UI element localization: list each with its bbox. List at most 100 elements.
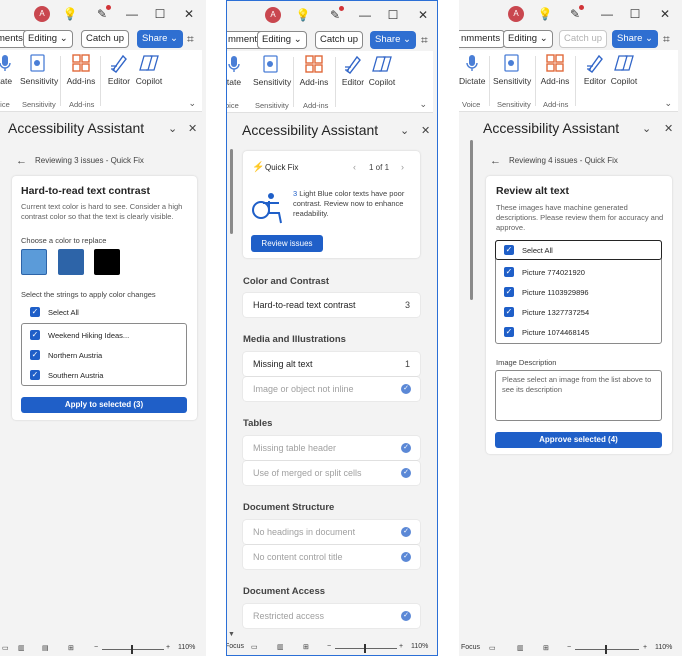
picture-checkbox[interactable]: ✓ Picture 1074468145	[504, 327, 589, 338]
minimize-button[interactable]: —	[357, 7, 373, 23]
zoom-level[interactable]: 110%	[655, 644, 672, 651]
review-issues-button[interactable]: Review issues	[251, 235, 323, 252]
focus-button[interactable]: Focus	[227, 643, 244, 650]
select-all-checkbox[interactable]: ✓ Select All	[504, 245, 553, 256]
print-layout-icon[interactable]: ▥	[277, 643, 284, 651]
editor-button[interactable]: Editor	[105, 52, 133, 86]
read-mode-icon[interactable]: ▭	[489, 644, 496, 652]
print-layout-icon[interactable]: ▥	[18, 644, 25, 652]
issue-item[interactable]: Missing alt text 1	[243, 352, 420, 376]
color-swatch[interactable]	[21, 249, 47, 275]
lightbulb-icon[interactable]: 💡	[295, 7, 311, 23]
pane-options-icon[interactable]: ⌄	[400, 124, 409, 137]
string-checkbox[interactable]: ✓ Southern Austria	[30, 370, 103, 381]
picture-checkbox[interactable]: ✓ Picture 1103929896	[504, 287, 589, 298]
zoom-thumb[interactable]	[131, 645, 133, 654]
maximize-button[interactable]: ☐	[627, 6, 643, 22]
pane-options-icon[interactable]: ⌄	[642, 122, 651, 135]
read-mode-icon[interactable]: ▭	[2, 644, 9, 652]
dictate-button[interactable]: Dictate	[459, 52, 485, 86]
editor-button[interactable]: Editor	[339, 53, 367, 87]
share-button[interactable]: Share ⌄	[370, 31, 416, 49]
pane-scrollbar[interactable]	[230, 149, 233, 234]
color-swatch[interactable]	[94, 249, 120, 275]
minimize-button[interactable]: —	[599, 6, 615, 22]
copilot-button[interactable]: Copilot	[134, 52, 164, 86]
read-mode-icon[interactable]: ▭	[251, 643, 258, 651]
avatar[interactable]: A	[265, 7, 281, 23]
zoom-level[interactable]: 110%	[178, 644, 195, 651]
back-row[interactable]: ← Reviewing 3 issues - Quick Fix	[16, 155, 144, 167]
editing-button[interactable]: Editing ⌄	[257, 31, 307, 49]
zoom-out-button[interactable]: −	[94, 644, 98, 651]
issue-item[interactable]: No content control title ✓	[243, 545, 420, 569]
web-layout-icon[interactable]: ⊞	[543, 644, 549, 652]
issue-item[interactable]: Image or object not inline ✓	[243, 377, 420, 401]
zoom-out-button[interactable]: −	[327, 643, 331, 650]
zoom-level[interactable]: 110%	[411, 643, 428, 650]
picture-checkbox[interactable]: ✓ Picture 774021920	[504, 267, 585, 278]
zoom-out-button[interactable]: −	[567, 644, 571, 651]
dictate-button[interactable]: tate	[227, 53, 245, 87]
pen-icon[interactable]: ✎	[94, 5, 111, 22]
comment-icon[interactable]: ⌗	[421, 33, 428, 48]
issue-item[interactable]: Restricted access ✓	[243, 604, 420, 628]
collapse-ribbon-icon[interactable]: ⌄	[188, 98, 196, 109]
addins-button[interactable]: Add-ins	[299, 53, 329, 87]
view-icon[interactable]: ⊞	[68, 644, 74, 652]
picture-checkbox[interactable]: ✓ Picture 1327737254	[504, 307, 589, 318]
maximize-button[interactable]: ☐	[385, 7, 401, 23]
editing-button[interactable]: Editing ⌄	[23, 30, 73, 48]
approve-button[interactable]: Approve selected (4)	[495, 432, 662, 448]
catch-up-button[interactable]: Catch up	[315, 31, 364, 49]
dictate-button[interactable]: tate	[0, 52, 16, 86]
collapse-ribbon-icon[interactable]: ⌄	[419, 99, 427, 110]
comments-button[interactable]: nmments	[459, 30, 506, 48]
zoom-slider[interactable]	[102, 649, 164, 650]
lightbulb-icon[interactable]: 💡	[537, 6, 553, 22]
pane-close-icon[interactable]: ✕	[188, 122, 197, 135]
avatar[interactable]: A	[34, 6, 50, 22]
next-icon[interactable]: ›	[401, 162, 404, 172]
print-layout-icon[interactable]: ▥	[517, 644, 524, 652]
zoom-in-button[interactable]: +	[643, 644, 647, 651]
apply-button[interactable]: Apply to selected (3)	[21, 397, 187, 413]
sensitivity-button[interactable]: Sensitivity	[493, 52, 531, 86]
pen-icon[interactable]: ✎	[567, 5, 584, 22]
comment-icon[interactable]: ⌗	[187, 32, 194, 47]
comment-icon[interactable]: ⌗	[663, 32, 670, 47]
editing-button[interactable]: Editing ⌄	[503, 30, 553, 48]
pane-close-icon[interactable]: ✕	[664, 122, 673, 135]
issue-item[interactable]: No headings in document ✓	[243, 520, 420, 544]
share-button[interactable]: Share ⌄	[612, 30, 658, 48]
web-layout-icon[interactable]: ⊞	[303, 643, 309, 651]
addins-button[interactable]: Add-ins	[66, 52, 96, 86]
back-row[interactable]: ← Reviewing 4 issues - Quick Fix	[490, 155, 618, 167]
close-button[interactable]: ✕	[415, 7, 431, 23]
sensitivity-button[interactable]: Sensitivity	[20, 52, 58, 86]
select-all-checkbox[interactable]: ✓ Select All	[30, 307, 79, 318]
issue-item[interactable]: Missing table header ✓	[243, 436, 420, 460]
catch-up-button[interactable]: Catch up	[559, 30, 608, 48]
pane-options-icon[interactable]: ⌄	[168, 122, 177, 135]
issue-item[interactable]: Use of merged or split cells ✓	[243, 461, 420, 485]
scroll-down-icon[interactable]: ▼	[228, 631, 235, 638]
zoom-slider[interactable]	[575, 649, 639, 650]
lightbulb-icon[interactable]: 💡	[62, 6, 78, 22]
color-swatch[interactable]	[58, 249, 84, 275]
prev-icon[interactable]: ‹	[353, 162, 356, 172]
zoom-slider[interactable]	[335, 648, 397, 649]
string-checkbox[interactable]: ✓ Northern Austria	[30, 350, 102, 361]
copilot-button[interactable]: Copilot	[609, 52, 639, 86]
issue-item[interactable]: Hard-to-read text contrast 3	[243, 293, 420, 317]
back-arrow-icon[interactable]: ←	[490, 155, 501, 167]
zoom-in-button[interactable]: +	[399, 643, 403, 650]
sensitivity-button[interactable]: Sensitivity	[253, 53, 291, 87]
zoom-in-button[interactable]: +	[166, 644, 170, 651]
close-button[interactable]: ✕	[657, 6, 673, 22]
image-description-field[interactable]: Please select an image from the list abo…	[495, 370, 662, 421]
editor-button[interactable]: Editor	[581, 52, 609, 86]
avatar[interactable]: A	[508, 6, 524, 22]
string-checkbox[interactable]: ✓ Weekend Hiking Ideas...	[30, 330, 129, 341]
pen-icon[interactable]: ✎	[327, 6, 344, 23]
